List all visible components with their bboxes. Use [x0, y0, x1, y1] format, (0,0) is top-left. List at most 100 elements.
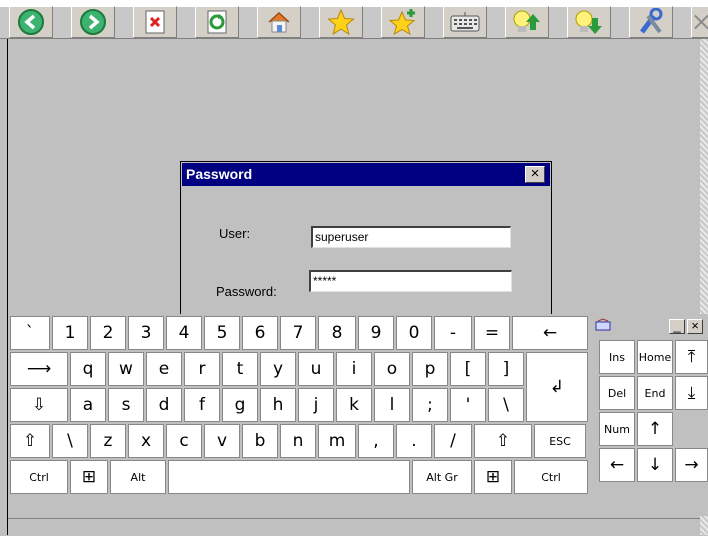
key-s[interactable]: s [108, 388, 144, 422]
key-win-left[interactable]: ⊞ [70, 460, 108, 494]
key-x[interactable]: x [128, 424, 164, 458]
home-icon [268, 11, 290, 33]
key-z[interactable]: z [90, 424, 126, 458]
key-esc[interactable]: ESC [534, 424, 586, 458]
np-numlock[interactable]: Num [599, 412, 635, 446]
dialog-close-button[interactable]: × [525, 166, 545, 183]
key--[interactable]: - [434, 316, 472, 350]
key-[[interactable]: [ [450, 352, 486, 386]
toolbar [0, 0, 708, 39]
key-backslash-2[interactable]: \ [52, 424, 88, 458]
key-space[interactable] [168, 460, 410, 494]
arrow-right-icon [80, 9, 106, 35]
numpad-close-button[interactable]: × [687, 319, 703, 334]
key-f[interactable]: f [184, 388, 220, 422]
key-tab[interactable]: ⟶ [10, 352, 68, 386]
key-4[interactable]: 4 [166, 316, 202, 350]
key-ctrl-left[interactable]: Ctrl [10, 460, 68, 494]
key-a[interactable]: a [70, 388, 106, 422]
np-end[interactable]: End [637, 376, 673, 410]
key-7[interactable]: 7 [280, 316, 316, 350]
key-h[interactable]: h [260, 388, 296, 422]
user-field[interactable]: superuser [311, 226, 511, 248]
key-n[interactable]: n [280, 424, 316, 458]
key-altgr[interactable]: Alt Gr [412, 460, 472, 494]
key-p[interactable]: p [412, 352, 448, 386]
key-backtick[interactable]: ` [10, 316, 50, 350]
key-backslash[interactable]: \ [488, 388, 524, 422]
key-w[interactable]: w [108, 352, 144, 386]
keyboard-button[interactable] [443, 6, 487, 38]
key-i[interactable]: i [336, 352, 372, 386]
key-'[interactable]: ' [450, 388, 486, 422]
key-][interactable]: ] [488, 352, 524, 386]
key-e[interactable]: e [146, 352, 182, 386]
key-1[interactable]: 1 [52, 316, 88, 350]
key-y[interactable]: y [260, 352, 296, 386]
add-favorite-button[interactable] [381, 6, 425, 38]
np-pgdn[interactable]: ⤓ [675, 376, 708, 410]
key-/[interactable]: / [434, 424, 472, 458]
key-alt[interactable]: Alt [110, 460, 166, 494]
key-backspace[interactable]: ← [512, 316, 588, 350]
key-;[interactable]: ; [412, 388, 448, 422]
settings-button[interactable] [629, 6, 673, 38]
np-up[interactable]: ↑ [637, 412, 673, 446]
key-ctrl-right[interactable]: Ctrl [514, 460, 588, 494]
key-,[interactable]: , [358, 424, 394, 458]
refresh-button[interactable] [195, 6, 239, 38]
key-b[interactable]: b [242, 424, 278, 458]
key-v[interactable]: v [204, 424, 240, 458]
exit-button[interactable] [691, 6, 708, 38]
key-g[interactable]: g [222, 388, 258, 422]
key-9[interactable]: 9 [358, 316, 394, 350]
numpad-minimize-button[interactable]: _ [669, 319, 685, 334]
key-u[interactable]: u [298, 352, 334, 386]
np-ins[interactable]: Ins [599, 340, 635, 374]
key-shift-right[interactable]: ⇧ [474, 424, 532, 458]
home-button[interactable] [257, 6, 301, 38]
back-button[interactable] [9, 6, 53, 38]
key-=[interactable]: = [474, 316, 510, 350]
np-home[interactable]: Home [637, 340, 673, 374]
key-c[interactable]: c [166, 424, 202, 458]
arrow-left-icon [18, 9, 44, 35]
key-k[interactable]: k [336, 388, 372, 422]
x-icon [694, 14, 708, 30]
key-q[interactable]: q [70, 352, 106, 386]
forward-button[interactable] [71, 6, 115, 38]
key-0[interactable]: 0 [396, 316, 432, 350]
close-page-button[interactable] [133, 6, 177, 38]
key-t[interactable]: t [222, 352, 258, 386]
key-j[interactable]: j [298, 388, 334, 422]
np-right[interactable]: → [675, 448, 708, 482]
key-m[interactable]: m [318, 424, 356, 458]
np-down[interactable]: ↓ [637, 448, 673, 482]
np-left[interactable]: ← [599, 448, 635, 482]
password-label: Password: [216, 284, 277, 299]
key-o[interactable]: o [374, 352, 410, 386]
favorites-button[interactable] [319, 6, 363, 38]
status-bar [8, 518, 700, 536]
np-pgup[interactable]: ⤒ [675, 340, 708, 374]
key-.[interactable]: . [396, 424, 432, 458]
upload-button[interactable] [505, 6, 549, 38]
np-del[interactable]: Del [599, 376, 635, 410]
key-enter[interactable]: ↲ [526, 352, 588, 422]
key-l[interactable]: l [374, 388, 410, 422]
password-field[interactable]: ***** [309, 270, 512, 292]
key-2[interactable]: 2 [90, 316, 126, 350]
bulb-down-icon [575, 10, 602, 34]
tools-icon [640, 8, 663, 34]
download-button[interactable] [567, 6, 611, 38]
key-d[interactable]: d [146, 388, 182, 422]
key-win-right[interactable]: ⊞ [474, 460, 512, 494]
key-8[interactable]: 8 [318, 316, 356, 350]
key-shift-left[interactable]: ⇧ [10, 424, 50, 458]
key-capslock[interactable]: ⇩ [10, 388, 68, 422]
key-5[interactable]: 5 [204, 316, 240, 350]
key-6[interactable]: 6 [242, 316, 278, 350]
key-3[interactable]: 3 [128, 316, 164, 350]
page-close-icon [145, 10, 165, 34]
key-r[interactable]: r [184, 352, 220, 386]
